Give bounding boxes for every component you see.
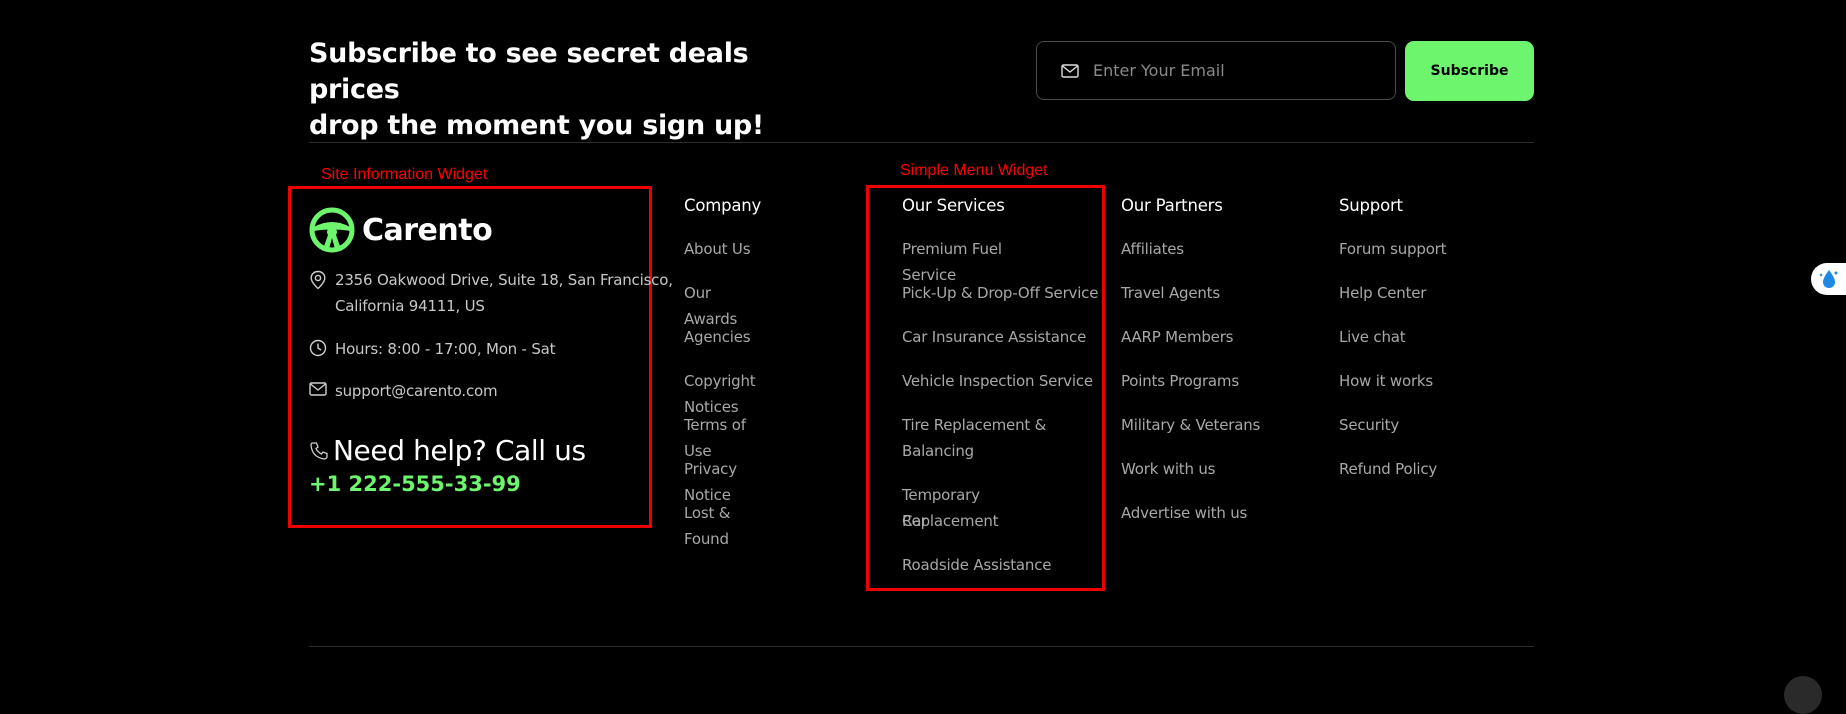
partners-link[interactable]: Military & Veterans — [1121, 412, 1260, 438]
partners-link[interactable]: Advertise with us — [1121, 500, 1247, 526]
support-link[interactable]: Security — [1339, 412, 1399, 438]
services-link[interactable]: Pick-Up & Drop-Off Service — [902, 280, 1098, 306]
help-line: Need help? Call us — [309, 434, 586, 467]
clock-icon — [309, 339, 327, 357]
mail-icon — [1061, 63, 1079, 78]
subscribe-heading: Subscribe to see secret deals prices dro… — [309, 36, 829, 144]
company-link[interactable]: About Us — [684, 236, 751, 262]
partners-link[interactable]: Work with us — [1121, 456, 1215, 482]
services-link[interactable]: Roadside Assistance — [902, 552, 1051, 578]
address-line1: 2356 Oakwood Drive, Suite 18, San Franci… — [335, 271, 673, 289]
support-link[interactable]: Help Center — [1339, 280, 1426, 306]
email-input-container[interactable] — [1036, 41, 1396, 100]
subscribe-button[interactable]: Subscribe — [1405, 41, 1534, 101]
help-text: Need help? Call us — [333, 434, 586, 467]
hours-text: Hours: 8:00 - 17:00, Mon - Sat — [335, 340, 556, 358]
services-link[interactable]: Tire Replacement & — [902, 412, 1046, 438]
services-link[interactable]: Replacement — [902, 508, 999, 534]
accessibility-widget[interactable] — [1811, 263, 1846, 295]
water-drop-icon — [1819, 270, 1838, 288]
simple-menu-annotation-label: Simple Menu Widget — [900, 162, 1048, 179]
support-link[interactable]: Refund Policy — [1339, 456, 1437, 482]
support-email-link[interactable]: support@carento.com — [335, 378, 498, 404]
services-link[interactable]: Vehicle Inspection Service — [902, 368, 1093, 394]
steering-wheel-icon — [309, 207, 355, 253]
map-pin-icon — [310, 270, 326, 290]
phone-number-link[interactable]: +1 222-555-33-99 — [309, 472, 521, 496]
partners-link[interactable]: Points Programs — [1121, 368, 1239, 394]
partners-link[interactable]: AARP Members — [1121, 324, 1233, 350]
services-link[interactable]: Car Insurance Assistance — [902, 324, 1086, 350]
services-column: Our Services Premium Fuel Service Pick-U… — [902, 196, 1098, 574]
support-link[interactable]: Live chat — [1339, 324, 1406, 350]
subscribe-heading-line1: Subscribe to see secret deals prices — [309, 38, 749, 105]
email-row[interactable]: support@carento.com — [309, 378, 498, 404]
support-heading: Support — [1339, 196, 1403, 215]
company-link[interactable]: Lost & Found — [684, 500, 761, 552]
company-column: Company About Us Our Awards Agencies Cop… — [684, 196, 762, 548]
hours-row: Hours: 8:00 - 17:00, Mon - Sat — [309, 336, 556, 362]
partners-link[interactable]: Affiliates — [1121, 236, 1184, 262]
envelope-icon — [309, 382, 327, 396]
address-row: 2356 Oakwood Drive, Suite 18, San Franci… — [309, 267, 673, 319]
support-link[interactable]: How it works — [1339, 368, 1433, 394]
company-link[interactable]: Agencies — [684, 324, 751, 350]
brand-logo[interactable]: Carento — [309, 207, 493, 253]
partners-heading: Our Partners — [1121, 196, 1223, 215]
phone-icon — [310, 441, 328, 460]
company-heading: Company — [684, 196, 762, 215]
services-link[interactable]: Balancing — [902, 438, 974, 464]
brand-name: Carento — [362, 212, 493, 248]
top-divider — [309, 142, 1534, 143]
support-column: Support Forum support Help Center Live c… — [1339, 196, 1447, 478]
partners-column: Our Partners Affiliates Travel Agents AA… — [1121, 196, 1260, 522]
bottom-divider — [309, 646, 1534, 647]
site-info-annotation-label: Site Information Widget — [321, 166, 488, 183]
subscribe-heading-line2: drop the moment you sign up! — [309, 110, 764, 141]
support-link[interactable]: Forum support — [1339, 236, 1447, 262]
email-input[interactable] — [1091, 60, 1375, 81]
address-line2: California 94111, US — [335, 297, 485, 315]
scroll-to-top-button[interactable] — [1784, 676, 1822, 714]
services-heading: Our Services — [902, 196, 1005, 215]
partners-link[interactable]: Travel Agents — [1121, 280, 1220, 306]
